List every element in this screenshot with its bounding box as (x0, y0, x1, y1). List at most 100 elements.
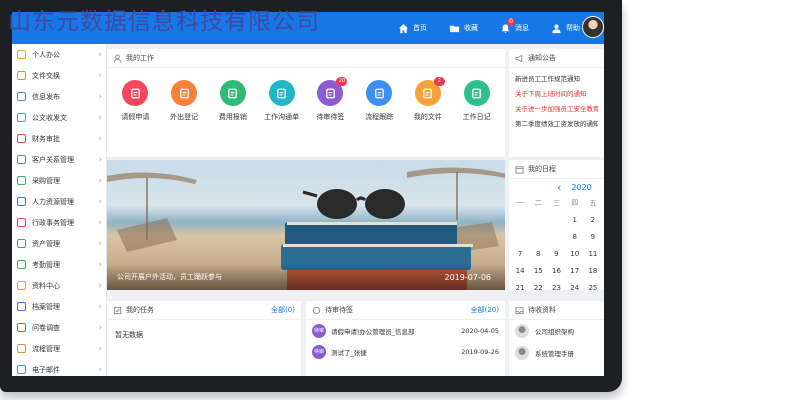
stamp-icon (312, 306, 321, 314)
work-shortcuts: 请假申请 外出登记 费用报销 工作沟通单 20 待审待签 流程跟踪 2 我的文件 工作日记 (107, 68, 505, 122)
nav-favorites[interactable]: 收藏 (449, 23, 478, 34)
calendar-day[interactable]: 24 (566, 280, 584, 297)
nav-messages[interactable]: 0 消息 (500, 17, 529, 34)
calendar-day[interactable]: 22 (529, 280, 547, 297)
sidebar-item-label: 个人办公 (32, 50, 60, 59)
notice-item[interactable]: 新进员工工作规范通知 (515, 72, 598, 87)
calendar-day[interactable]: 7 (511, 246, 529, 263)
sidebar-item[interactable]: 资料中心 › (12, 275, 106, 296)
sidebar-item[interactable]: 考勤管理 › (12, 254, 106, 275)
inbox-icon (515, 306, 524, 314)
calendar-day[interactable]: 9 (547, 246, 565, 263)
calendar-day[interactable]: 18 (584, 263, 602, 280)
approvals-title: 待审待签 (325, 306, 353, 314)
menu-icon (17, 176, 26, 185)
sidebar-item[interactable]: 文件交换 › (12, 65, 106, 86)
received-list: 公司组织架构系统管理手册 (509, 320, 604, 364)
work-shortcut[interactable]: 请假申请 (111, 80, 159, 122)
chevron-right-icon: › (98, 301, 102, 312)
calendar-day[interactable]: 15 (529, 263, 547, 280)
work-shortcut-label: 流程跟踪 (365, 113, 394, 121)
menu-icon (17, 302, 26, 311)
sidebar-item[interactable]: 个人办公 › (12, 44, 106, 65)
work-shortcut[interactable]: 20 待审待签 (306, 77, 354, 122)
sidebar-item[interactable]: 流程管理 › (12, 338, 106, 359)
calendar-day[interactable]: 17 (566, 263, 584, 280)
received-label: 公司组织架构 (535, 328, 574, 336)
received-row[interactable]: 公司组织架构 (509, 320, 604, 342)
chevron-right-icon: › (98, 217, 102, 228)
folder-icon (449, 25, 460, 32)
work-shortcut[interactable]: 外出登记 (160, 80, 208, 122)
calendar-day[interactable]: 8 (566, 229, 584, 246)
sidebar-item[interactable]: 资产管理 › (12, 233, 106, 254)
chevron-right-icon: › (98, 70, 102, 81)
menu-icon (17, 155, 26, 164)
calendar-day[interactable]: 25 (584, 280, 602, 297)
calendar-day[interactable]: 14 (511, 263, 529, 280)
message-badge: 0 (507, 17, 515, 26)
sidebar: 个人办公 › 文件交换 › 信息发布 › 公文收发文 › 财务审批 › 客户关系管理 › 采购管理 › 人力… (12, 44, 107, 376)
calendar-day[interactable]: 16 (547, 263, 565, 280)
header-nav: 首页 收藏 0 消息 帮助 (376, 12, 580, 44)
sidebar-item[interactable]: 公文收发文 › (12, 107, 106, 128)
chevron-right-icon: › (98, 238, 102, 249)
work-shortcut[interactable]: 工作日记 (453, 80, 501, 122)
my-tasks-all-link[interactable]: 全部(0) (271, 305, 295, 315)
approvals-all-link[interactable]: 全部(20) (471, 305, 499, 315)
sidebar-item-label: 采购管理 (32, 176, 60, 185)
calendar-day[interactable]: 23 (547, 280, 565, 297)
work-shortcut[interactable]: 2 我的文件 (404, 77, 452, 122)
sidebar-item[interactable]: 人力资源管理 › (12, 191, 106, 212)
sidebar-item[interactable]: 档案管理 › (12, 296, 106, 317)
calendar-prev-button[interactable]: ‹ (557, 181, 561, 194)
chevron-right-icon: › (98, 364, 102, 375)
approval-title: 请假申请|办公管理员_信息部 (331, 327, 415, 336)
work-shortcut-label: 待审待签 (316, 113, 345, 121)
banner-date: 2019-07-06 (444, 273, 492, 282)
sidebar-item-label: 人力资源管理 (32, 197, 74, 206)
menu-icon (17, 71, 26, 80)
sidebar-item[interactable]: 问卷调查 › (12, 317, 106, 338)
calendar-day[interactable]: 9 (584, 229, 602, 246)
sidebar-item[interactable]: 采购管理 › (12, 170, 106, 191)
notice-item[interactable]: 关于进一步加强员工安全教育的通知 (515, 102, 598, 117)
menu-icon (17, 218, 26, 227)
my-work-panel: 我的工作 请假申请 外出登记 费用报销 工作沟通单 20 待审待签 流程跟踪 2 我的文件 工作日… (107, 49, 505, 157)
notice-item[interactable]: 关于下周上班时间的通知 (515, 87, 598, 102)
calendar-day[interactable]: 11 (584, 246, 602, 263)
notice-item[interactable]: 第二季度绩效工资发放的通知 (515, 117, 598, 132)
approval-row[interactable]: 待审 测试了_张捷 2019-09-26 (306, 341, 505, 362)
user-avatar[interactable] (582, 16, 604, 38)
calendar-weekday: 三 (552, 199, 560, 207)
expense-icon (219, 80, 246, 106)
calendar-day[interactable]: 1 (566, 212, 584, 229)
calendar-day[interactable]: 10 (566, 246, 584, 263)
received-row[interactable]: 系统管理手册 (509, 342, 604, 364)
received-panel: 待收资料 公司组织架构 系统管理手册 (509, 301, 604, 376)
sidebar-item[interactable]: 财务审批 › (12, 128, 106, 149)
work-shortcut[interactable]: 工作沟通单 (258, 80, 306, 122)
chevron-right-icon: › (98, 133, 102, 144)
work-shortcut[interactable]: 费用报销 (209, 80, 257, 122)
task-icon (113, 306, 122, 314)
work-shortcut-label: 外出登记 (170, 113, 199, 121)
document-icon (515, 324, 529, 338)
calendar-day[interactable]: 8 (529, 246, 547, 263)
sidebar-item[interactable]: 电子邮件 › (12, 359, 106, 376)
nav-help[interactable]: 帮助 (551, 23, 580, 34)
work-shortcut[interactable]: 流程跟踪 (355, 80, 403, 122)
sidebar-item[interactable]: 信息发布 › (12, 86, 106, 107)
calendar-day[interactable]: 2 (584, 212, 602, 229)
approval-row[interactable]: 待审 请假申请|办公管理员_信息部 2020-04-05 (306, 320, 505, 341)
sidebar-item[interactable]: 客户关系管理 › (12, 149, 106, 170)
sidebar-item[interactable]: 行政事务管理 › (12, 212, 106, 233)
news-banner[interactable]: 公司开展户外活动，员工踊跃参与 2019-07-06 (107, 160, 505, 290)
file-icon: 2 (414, 77, 445, 106)
sidebar-item-label: 问卷调查 (32, 323, 60, 332)
calendar-day[interactable]: 21 (511, 280, 529, 297)
work-shortcut-label: 工作沟通单 (264, 113, 300, 121)
calendar-weekday: 一 (516, 199, 524, 207)
work-shortcut-label: 费用报销 (218, 113, 247, 121)
nav-home[interactable]: 首页 (398, 23, 427, 34)
